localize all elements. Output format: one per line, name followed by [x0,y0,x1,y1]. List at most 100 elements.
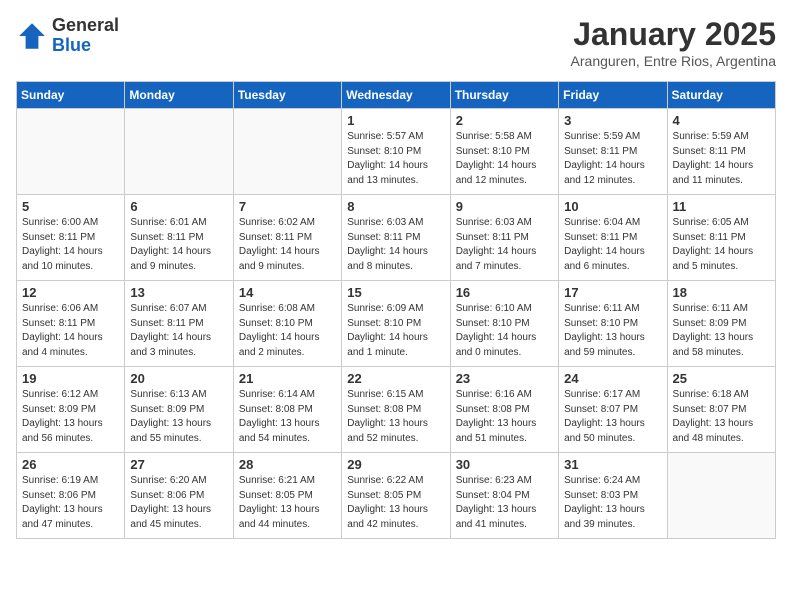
day-cell: 16 Sunrise: 6:10 AM Sunset: 8:10 PM Dayli… [450,281,558,367]
day-number: 21 [239,371,336,386]
day-cell: 14 Sunrise: 6:08 AM Sunset: 8:10 PM Dayli… [233,281,341,367]
day-number: 13 [130,285,227,300]
header-cell-wednesday: Wednesday [342,82,450,109]
day-cell: 13 Sunrise: 6:07 AM Sunset: 8:11 PM Dayli… [125,281,233,367]
day-info: Sunrise: 5:59 AM Sunset: 8:11 PM Dayligh… [673,130,770,188]
day-number: 8 [347,199,444,214]
header-row: SundayMondayTuesdayWednesdayThursdayFrid… [17,82,776,109]
day-info: Sunrise: 6:21 AM Sunset: 8:05 PM Dayligh… [239,474,336,532]
title-block: January 2025 Aranguren, Entre Rios, Arge… [571,16,776,69]
day-number: 28 [239,457,336,472]
header-cell-thursday: Thursday [450,82,558,109]
day-cell: 19 Sunrise: 6:12 AM Sunset: 8:09 PM Dayli… [17,367,125,453]
header-cell-monday: Monday [125,82,233,109]
day-info: Sunrise: 6:07 AM Sunset: 8:11 PM Dayligh… [130,302,227,360]
day-info: Sunrise: 6:12 AM Sunset: 8:09 PM Dayligh… [22,388,119,446]
logo: General Blue [16,16,119,56]
day-number: 23 [456,371,553,386]
day-info: Sunrise: 6:06 AM Sunset: 8:11 PM Dayligh… [22,302,119,360]
day-cell: 8Sunrise: 6:03 AM Sunset: 8:11 PM Daylig… [342,195,450,281]
day-number: 31 [564,457,661,472]
logo-text: General Blue [52,16,119,56]
day-info: Sunrise: 6:17 AM Sunset: 8:07 PM Dayligh… [564,388,661,446]
day-number: 26 [22,457,119,472]
day-info: Sunrise: 6:08 AM Sunset: 8:10 PM Dayligh… [239,302,336,360]
day-cell: 28 Sunrise: 6:21 AM Sunset: 8:05 PM Dayli… [233,453,341,539]
header-cell-friday: Friday [559,82,667,109]
day-info: Sunrise: 6:10 AM Sunset: 8:10 PM Dayligh… [456,302,553,360]
day-info: Sunrise: 6:03 AM Sunset: 8:11 PM Dayligh… [456,216,553,274]
day-cell: 31 Sunrise: 6:24 AM Sunset: 8:03 PM Dayli… [559,453,667,539]
day-cell: 3 Sunrise: 5:59 AM Sunset: 8:11 PM Daylig… [559,109,667,195]
logo-blue: Blue [52,36,119,56]
week-row-1: 1Sunrise: 5:57 AM Sunset: 8:10 PM Daylig… [17,109,776,195]
day-cell: 10 Sunrise: 6:04 AM Sunset: 8:11 PM Dayli… [559,195,667,281]
day-number: 24 [564,371,661,386]
day-number: 20 [130,371,227,386]
day-info: Sunrise: 6:19 AM Sunset: 8:06 PM Dayligh… [22,474,119,532]
day-number: 11 [673,199,770,214]
day-info: Sunrise: 5:59 AM Sunset: 8:11 PM Dayligh… [564,130,661,188]
day-cell: 27 Sunrise: 6:20 AM Sunset: 8:06 PM Dayli… [125,453,233,539]
day-number: 1 [347,113,444,128]
day-number: 12 [22,285,119,300]
day-info: Sunrise: 6:24 AM Sunset: 8:03 PM Dayligh… [564,474,661,532]
day-cell: 18Sunrise: 6:11 AM Sunset: 8:09 PM Dayli… [667,281,775,367]
week-row-2: 5 Sunrise: 6:00 AM Sunset: 8:11 PM Daylig… [17,195,776,281]
day-number: 19 [22,371,119,386]
day-cell: 7Sunrise: 6:02 AM Sunset: 8:11 PM Daylig… [233,195,341,281]
day-cell [233,109,341,195]
day-cell [667,453,775,539]
day-cell: 9Sunrise: 6:03 AM Sunset: 8:11 PM Daylig… [450,195,558,281]
day-cell: 20Sunrise: 6:13 AM Sunset: 8:09 PM Dayli… [125,367,233,453]
day-number: 6 [130,199,227,214]
day-info: Sunrise: 6:20 AM Sunset: 8:06 PM Dayligh… [130,474,227,532]
day-info: Sunrise: 6:22 AM Sunset: 8:05 PM Dayligh… [347,474,444,532]
day-info: Sunrise: 6:14 AM Sunset: 8:08 PM Dayligh… [239,388,336,446]
header-cell-saturday: Saturday [667,82,775,109]
logo-general: General [52,16,119,36]
day-info: Sunrise: 6:15 AM Sunset: 8:08 PM Dayligh… [347,388,444,446]
day-number: 29 [347,457,444,472]
day-number: 5 [22,199,119,214]
day-info: Sunrise: 6:23 AM Sunset: 8:04 PM Dayligh… [456,474,553,532]
day-info: Sunrise: 6:11 AM Sunset: 8:10 PM Dayligh… [564,302,661,360]
location: Aranguren, Entre Rios, Argentina [571,53,776,69]
day-info: Sunrise: 6:18 AM Sunset: 8:07 PM Dayligh… [673,388,770,446]
day-info: Sunrise: 6:11 AM Sunset: 8:09 PM Dayligh… [673,302,770,360]
header-cell-tuesday: Tuesday [233,82,341,109]
calendar-table: SundayMondayTuesdayWednesdayThursdayFrid… [16,81,776,539]
week-row-5: 26 Sunrise: 6:19 AM Sunset: 8:06 PM Dayli… [17,453,776,539]
logo-icon [16,20,48,52]
day-number: 2 [456,113,553,128]
day-cell: 5 Sunrise: 6:00 AM Sunset: 8:11 PM Daylig… [17,195,125,281]
day-cell: 25 Sunrise: 6:18 AM Sunset: 8:07 PM Dayli… [667,367,775,453]
day-cell: 26 Sunrise: 6:19 AM Sunset: 8:06 PM Dayli… [17,453,125,539]
day-number: 3 [564,113,661,128]
page-header: General Blue January 2025 Aranguren, Ent… [16,16,776,69]
day-cell: 22 Sunrise: 6:15 AM Sunset: 8:08 PM Dayli… [342,367,450,453]
day-info: Sunrise: 6:09 AM Sunset: 8:10 PM Dayligh… [347,302,444,360]
day-info: Sunrise: 6:00 AM Sunset: 8:11 PM Dayligh… [22,216,119,274]
day-number: 16 [456,285,553,300]
day-number: 27 [130,457,227,472]
day-number: 25 [673,371,770,386]
day-info: Sunrise: 6:16 AM Sunset: 8:08 PM Dayligh… [456,388,553,446]
day-cell: 15Sunrise: 6:09 AM Sunset: 8:10 PM Dayli… [342,281,450,367]
week-row-4: 19 Sunrise: 6:12 AM Sunset: 8:09 PM Dayli… [17,367,776,453]
day-cell: 12 Sunrise: 6:06 AM Sunset: 8:11 PM Dayli… [17,281,125,367]
day-info: Sunrise: 6:01 AM Sunset: 8:11 PM Dayligh… [130,216,227,274]
day-info: Sunrise: 6:05 AM Sunset: 8:11 PM Dayligh… [673,216,770,274]
day-cell: 1Sunrise: 5:57 AM Sunset: 8:10 PM Daylig… [342,109,450,195]
day-cell: 6 Sunrise: 6:01 AM Sunset: 8:11 PM Daylig… [125,195,233,281]
day-number: 22 [347,371,444,386]
day-info: Sunrise: 6:04 AM Sunset: 8:11 PM Dayligh… [564,216,661,274]
day-cell: 11 Sunrise: 6:05 AM Sunset: 8:11 PM Dayli… [667,195,775,281]
day-cell: 17 Sunrise: 6:11 AM Sunset: 8:10 PM Dayli… [559,281,667,367]
day-cell: 21 Sunrise: 6:14 AM Sunset: 8:08 PM Dayli… [233,367,341,453]
day-cell [125,109,233,195]
day-number: 30 [456,457,553,472]
day-number: 14 [239,285,336,300]
day-number: 17 [564,285,661,300]
day-number: 10 [564,199,661,214]
